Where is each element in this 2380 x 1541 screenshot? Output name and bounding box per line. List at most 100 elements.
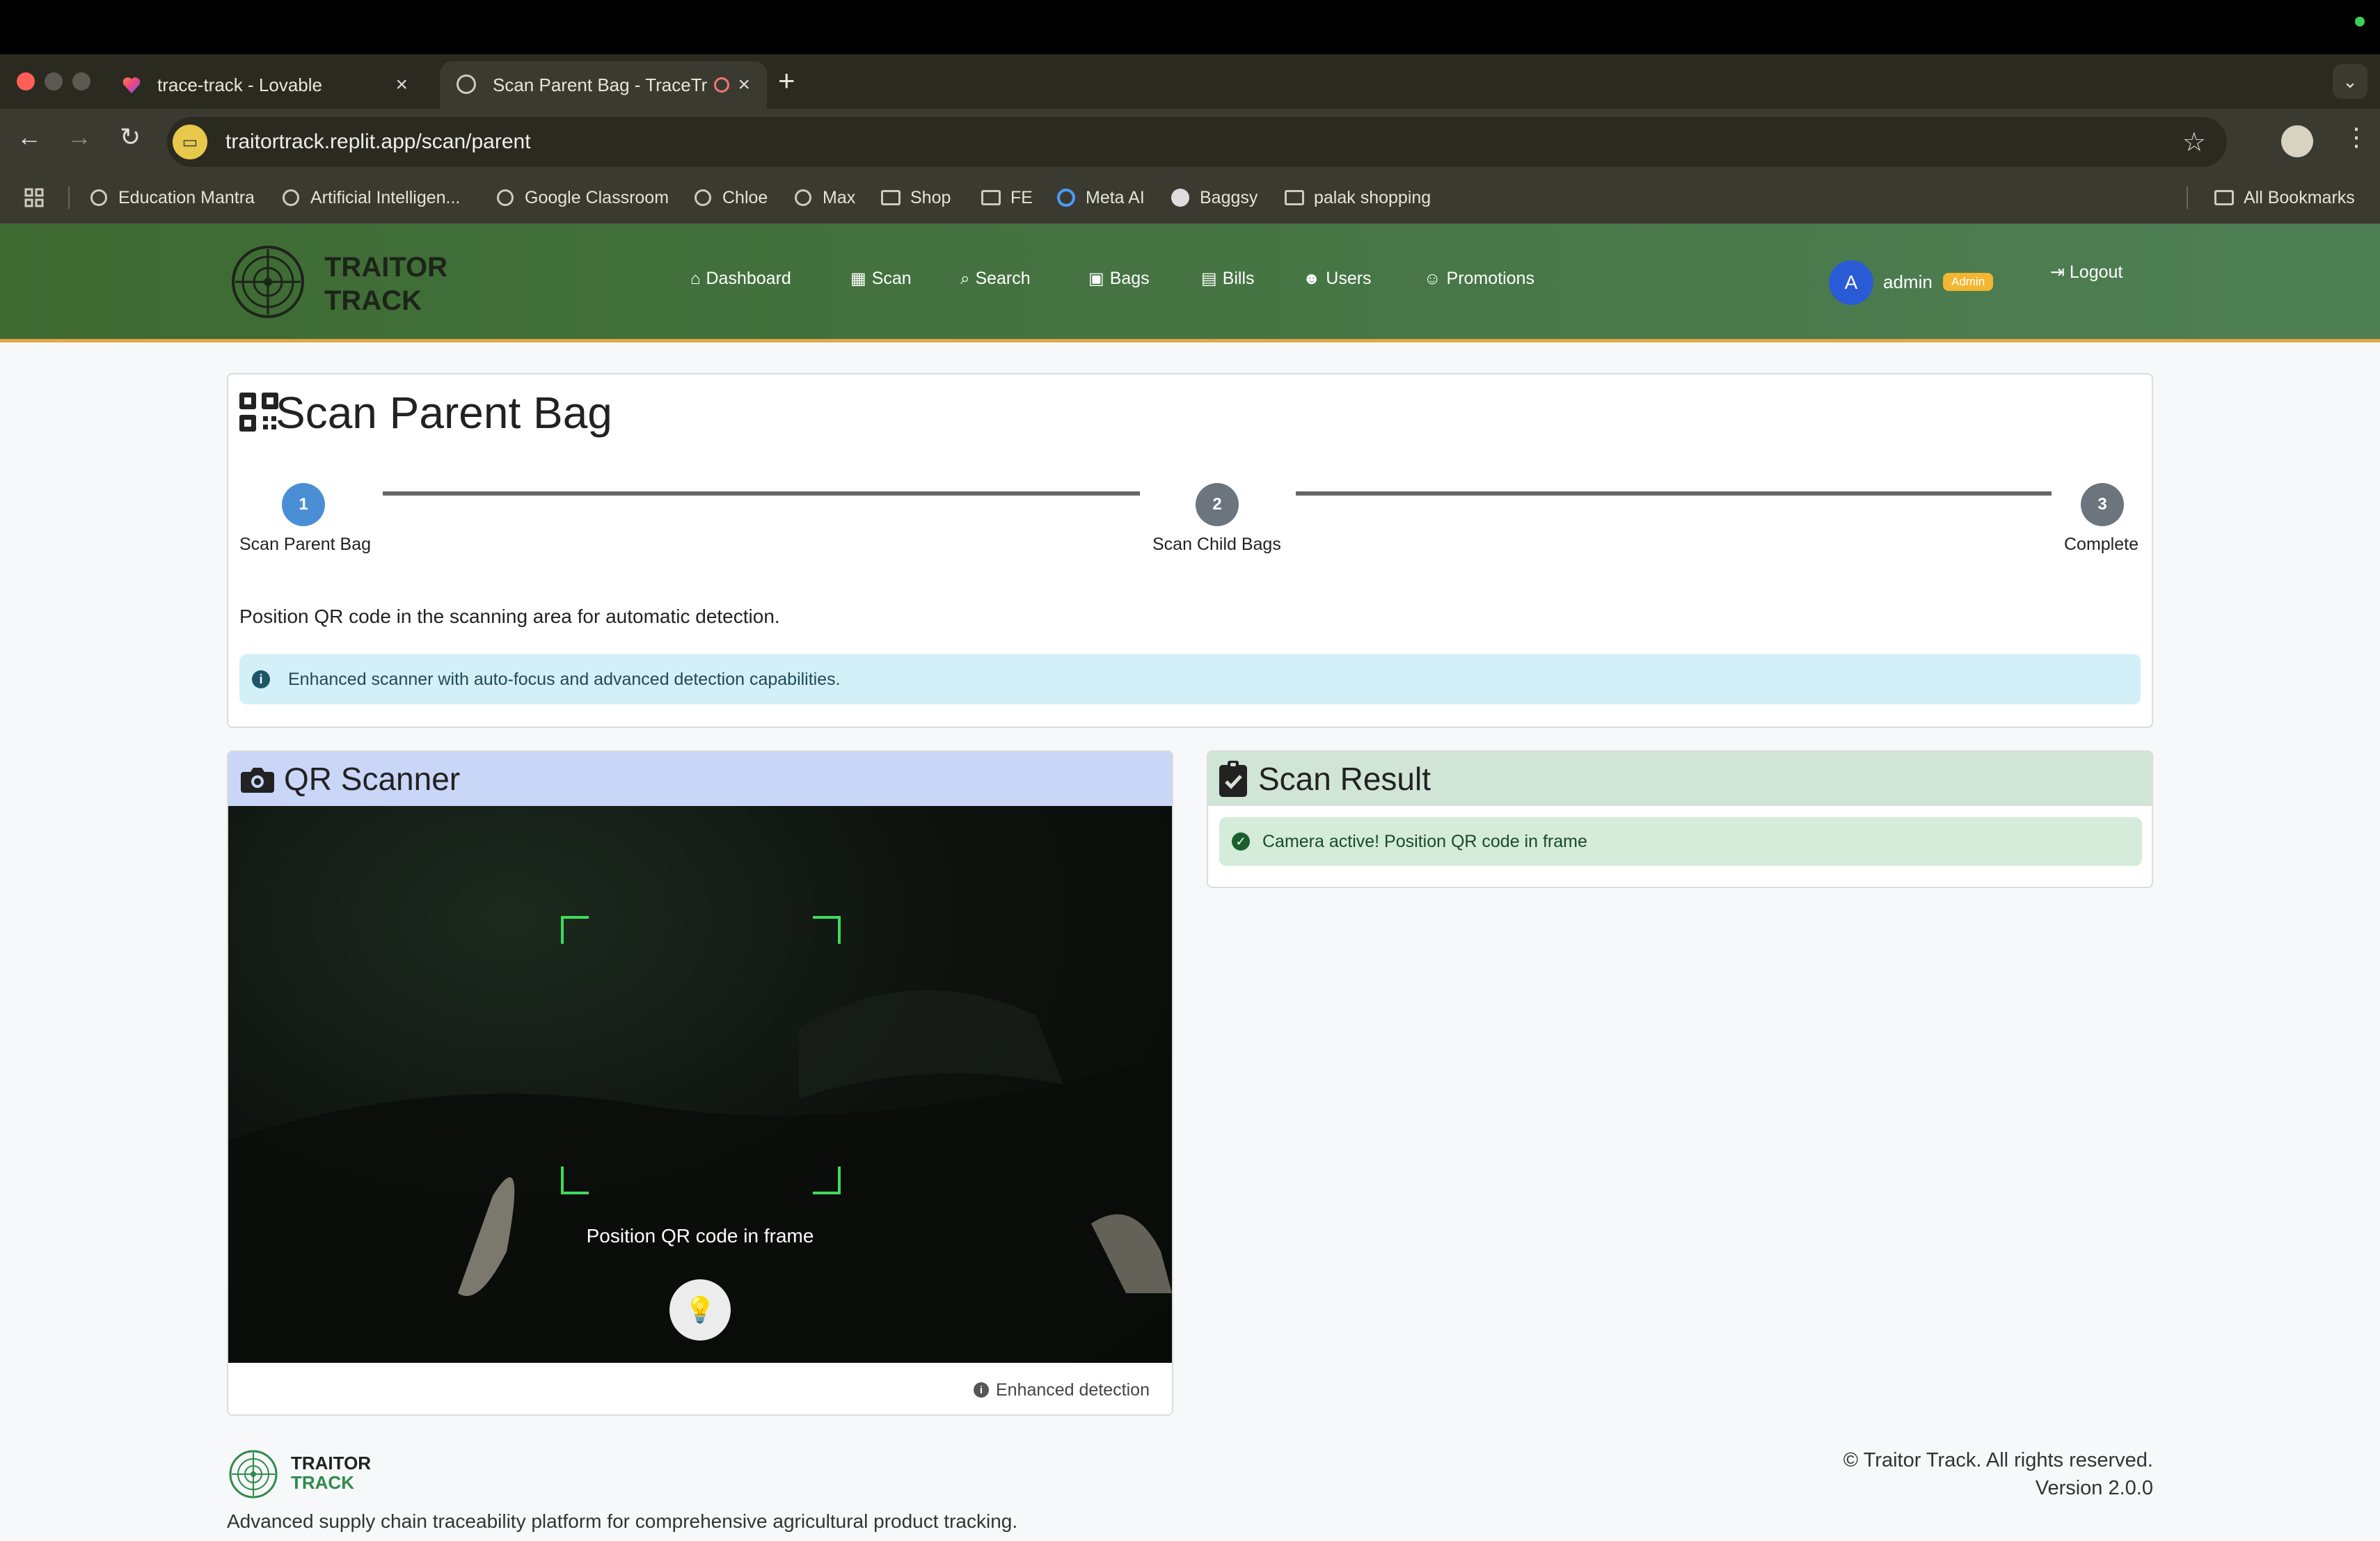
qrcode-icon bbox=[239, 393, 278, 432]
enhanced-detection-label: Enhanced detection bbox=[995, 1380, 1150, 1400]
window-minimize-icon[interactable] bbox=[45, 72, 63, 90]
recording-icon bbox=[714, 77, 730, 93]
nav-search[interactable]: ⌕ Search bbox=[960, 269, 1031, 289]
openai-icon bbox=[1171, 188, 1190, 207]
bookmark-star-icon[interactable]: ☆ bbox=[2182, 127, 2206, 158]
all-bookmarks-button[interactable]: All Bookmarks bbox=[2214, 182, 2355, 213]
scan-instruction: Position QR code in the scanning area fo… bbox=[239, 606, 780, 627]
logout-icon: ⇥ bbox=[2050, 262, 2065, 282]
step-1-label: Scan Parent Bag bbox=[239, 535, 372, 554]
folder-icon bbox=[881, 188, 901, 207]
nav-bills[interactable]: ▤ Bills bbox=[1201, 269, 1255, 289]
bookmark-meta-ai[interactable]: Meta AI bbox=[1056, 182, 1145, 213]
qr-scanner-header: QR Scanner bbox=[228, 752, 1172, 806]
info-alert-text: Enhanced scanner with auto-focus and adv… bbox=[288, 669, 841, 689]
bookmark-artificial-intelligence[interactable]: Artificial Intelligen... bbox=[281, 182, 460, 213]
url-text[interactable]: traitortrack.replit.app/scan/parent bbox=[225, 130, 531, 154]
lightbulb-icon: 💡 bbox=[684, 1295, 716, 1324]
home-icon: ⌂ bbox=[690, 269, 701, 288]
bookmark-divider bbox=[2187, 187, 2188, 209]
bookmark-chloe[interactable]: Chloe bbox=[693, 182, 768, 213]
tab-label: Scan Parent Bag - TraceTr bbox=[493, 74, 708, 95]
tab-search-chevron-icon[interactable]: ⌄ bbox=[2333, 64, 2367, 99]
page-title: Scan Parent Bag bbox=[276, 388, 612, 438]
search-icon: ⌕ bbox=[960, 269, 970, 288]
globe-icon bbox=[495, 188, 515, 207]
back-arrow-icon[interactable]: ← bbox=[17, 123, 42, 152]
camera-feed[interactable]: Position QR code in frame 💡 bbox=[228, 806, 1172, 1363]
nav-scan[interactable]: ▦ Scan bbox=[850, 269, 912, 289]
new-tab-button[interactable]: + bbox=[778, 64, 795, 97]
qr-scanner-footer: i Enhanced detection bbox=[228, 1363, 1172, 1414]
footer-logo-icon bbox=[229, 1450, 278, 1499]
nav-users[interactable]: ☻ Users bbox=[1303, 269, 1372, 289]
bookmark-folder-palak-shopping[interactable]: palak shopping bbox=[1285, 182, 1431, 213]
lovable-heart-icon bbox=[122, 77, 141, 93]
user-name[interactable]: admin bbox=[1883, 271, 1933, 293]
scan-status-text: Camera active! Position QR code in frame bbox=[1262, 831, 1587, 851]
forward-arrow-icon[interactable]: → bbox=[67, 123, 92, 152]
browser-menu-icon[interactable]: ⋮ bbox=[2344, 123, 2369, 152]
info-circle-icon: i bbox=[252, 670, 270, 688]
torch-toggle-button[interactable]: 💡 bbox=[669, 1279, 731, 1341]
address-bar[interactable]: ▭ traitortrack.replit.app/scan/parent ☆ bbox=[167, 117, 2227, 167]
file-icon: ▤ bbox=[1201, 269, 1217, 288]
footer-copyright: © Traitor Track. All rights reserved. bbox=[1843, 1449, 2153, 1471]
tab-close-icon[interactable]: × bbox=[738, 73, 750, 97]
step-1-circle: 1 bbox=[282, 483, 325, 526]
scan-result-title: Scan Result bbox=[1258, 761, 1431, 797]
step-3-label: Complete bbox=[2064, 535, 2139, 554]
nav-promotions[interactable]: ☺ Promotions bbox=[1424, 269, 1534, 289]
folder-icon bbox=[1285, 188, 1304, 207]
footer-description: Advanced supply chain traceability platf… bbox=[227, 1510, 1018, 1532]
step-2-label: Scan Child Bags bbox=[1152, 535, 1281, 554]
brand-name[interactable]: TRAITOR TRACK bbox=[324, 251, 447, 317]
camera-icon bbox=[241, 768, 274, 793]
footer-brand: TRAITOR TRACK bbox=[291, 1453, 372, 1493]
traitor-track-logo-icon[interactable] bbox=[230, 244, 306, 320]
nav-dashboard[interactable]: ⌂ Dashboard bbox=[690, 269, 791, 289]
user-avatar[interactable]: A bbox=[1829, 260, 1873, 305]
step-2-circle: 2 bbox=[1196, 483, 1239, 526]
scan-frame-corner bbox=[813, 916, 841, 944]
boxes-icon: ▣ bbox=[1088, 269, 1104, 288]
scan-frame-corner bbox=[561, 916, 589, 944]
site-info-icon[interactable]: ▭ bbox=[173, 125, 207, 159]
nav-bags[interactable]: ▣ Bags bbox=[1088, 269, 1150, 289]
apps-grid-icon[interactable] bbox=[24, 182, 45, 213]
clipboard-check-icon bbox=[1219, 761, 1247, 797]
step-3-circle: 3 bbox=[2081, 483, 2124, 526]
camera-hint-text: Position QR code in frame bbox=[586, 1225, 814, 1247]
qrcode-icon: ▦ bbox=[850, 269, 866, 288]
bookmark-education-mantra[interactable]: Education Mantra bbox=[89, 182, 255, 213]
globe-icon bbox=[693, 188, 713, 207]
footer-version: Version 2.0.0 bbox=[2035, 1477, 2153, 1499]
scan-frame-corner bbox=[561, 1167, 589, 1194]
meta-ai-icon bbox=[1056, 188, 1076, 207]
globe-icon bbox=[281, 188, 301, 207]
reload-icon[interactable]: ↻ bbox=[120, 123, 141, 152]
logout-button[interactable]: ⇥ Logout bbox=[2050, 262, 2123, 283]
browser-tab-lovable[interactable]: trace-track - Lovable × bbox=[104, 61, 425, 109]
globe-icon bbox=[793, 188, 813, 207]
bookmark-google-classroom[interactable]: Google Classroom bbox=[495, 182, 669, 213]
profile-avatar-icon[interactable] bbox=[2281, 125, 2313, 157]
tab-label: trace-track - Lovable bbox=[157, 74, 322, 95]
user-gear-icon: ☺ bbox=[1424, 269, 1441, 288]
bookmark-max[interactable]: Max bbox=[793, 182, 855, 213]
folder-icon bbox=[2214, 188, 2234, 207]
window-close-icon[interactable] bbox=[17, 72, 35, 90]
globe-icon bbox=[457, 74, 477, 95]
qr-scanner-card: QR Scanner Position QR code in frame 💡 i… bbox=[227, 750, 1173, 1416]
tab-close-icon[interactable]: × bbox=[395, 73, 408, 97]
bookmark-folder-fe[interactable]: FE bbox=[981, 182, 1033, 213]
role-badge: Admin bbox=[1943, 273, 1994, 291]
bookmark-divider bbox=[68, 187, 70, 209]
window-maximize-icon[interactable] bbox=[72, 72, 90, 90]
bookmark-baggsy[interactable]: Baggsy bbox=[1171, 182, 1258, 213]
scan-frame-corner bbox=[813, 1167, 841, 1194]
step-connector bbox=[383, 491, 1140, 496]
globe-icon bbox=[89, 188, 109, 207]
bookmark-folder-shop[interactable]: Shop bbox=[881, 182, 951, 213]
browser-tab-scan-parent[interactable]: Scan Parent Bag - TraceTr × bbox=[440, 61, 767, 109]
